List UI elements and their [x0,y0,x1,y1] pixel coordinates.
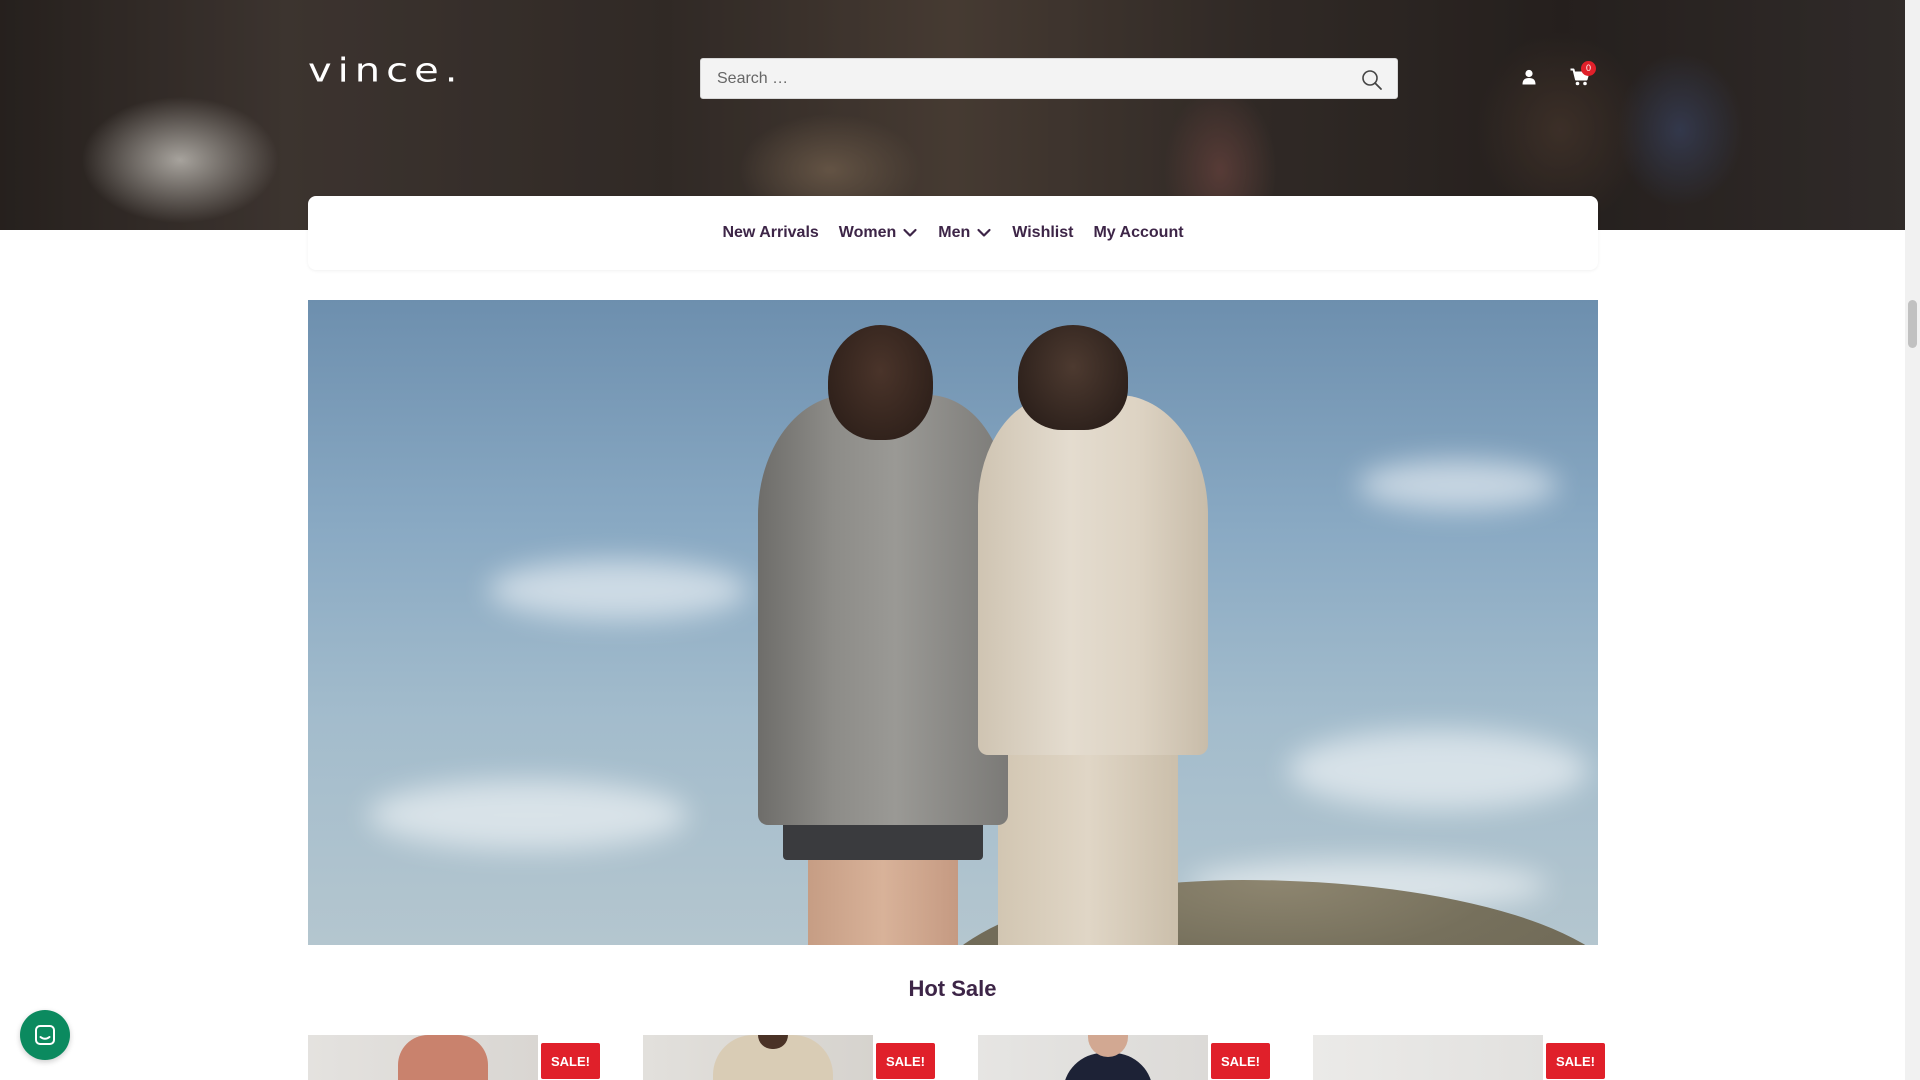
search-bar [700,58,1398,99]
sale-badge: SALE! [541,1043,600,1079]
section-title-hot-sale: Hot Sale [908,976,997,1001]
nav-item-label: Women [838,224,897,241]
main-navigation: New Arrivals Women Men Wishlist My Accou… [308,196,1598,270]
chat-widget-button[interactable] [20,1010,70,1060]
chevron-down-icon [977,228,991,237]
sale-badge: SALE! [876,1043,935,1079]
nav-item-my-account[interactable]: My Account [1093,224,1183,242]
scrollbar-thumb[interactable] [1908,300,1917,348]
search-icon[interactable] [1361,69,1383,91]
sale-badge: SALE! [1211,1043,1270,1079]
sale-badge: SALE! [1546,1043,1605,1079]
nav-item-label: New Arrivals [722,224,819,241]
nav-item-women[interactable]: Women [839,224,918,242]
search-input[interactable] [701,59,1341,98]
site-logo[interactable]: vince. [308,52,463,90]
product-card[interactable]: SALE! [978,1035,1270,1080]
nav-item-new-arrivals[interactable]: New Arrivals [722,224,818,242]
nav-item-wishlist[interactable]: Wishlist [1012,224,1073,242]
product-card[interactable]: SALE! [1313,1035,1605,1080]
hero-banner-image[interactable] [308,300,1598,945]
nav-item-label: Wishlist [1012,224,1074,241]
chat-icon [35,1025,55,1045]
cart-count-badge: 0 [1581,61,1596,76]
nav-item-men[interactable]: Men [938,224,992,242]
nav-item-label: My Account [1093,224,1184,241]
user-icon[interactable] [1522,69,1536,85]
page-scrollbar[interactable] [1905,0,1920,1080]
product-card[interactable]: SALE! [643,1035,935,1080]
chevron-down-icon [903,228,917,237]
product-card[interactable]: SALE! [308,1035,600,1080]
nav-item-label: Men [938,224,971,241]
